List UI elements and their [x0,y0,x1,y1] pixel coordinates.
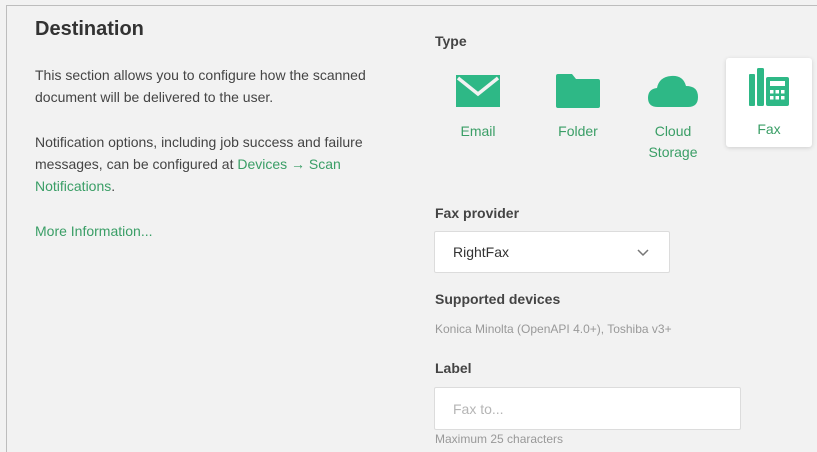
notification-description-suffix: . [111,178,116,194]
cloud-icon [630,72,716,110]
supported-devices-label: Supported devices [435,291,561,307]
type-option-fax[interactable]: Fax [726,58,812,147]
section-description: This section allows you to configure how… [35,67,366,105]
fax-provider-value: RightFax [453,244,510,260]
type-option-label: Cloud Storage [648,123,698,160]
envelope-icon [435,72,521,110]
fax-icon [726,68,812,106]
section-title: Destination [35,18,144,40]
type-option-cloud-storage[interactable]: Cloud Storage [630,58,716,160]
label-field-label: Label [435,360,472,376]
chevron-down-icon [637,245,649,263]
type-option-email[interactable]: Email [435,58,521,148]
more-information-link[interactable]: More Information... [35,223,153,239]
label-input[interactable] [434,387,741,430]
fax-provider-label: Fax provider [435,205,520,221]
type-option-label: Folder [558,123,598,139]
type-option-label: Fax [757,121,781,137]
folder-icon [535,72,621,110]
fax-provider-select[interactable]: RightFax [434,231,670,273]
supported-devices-value: Konica Minolta (OpenAPI 4.0+), Toshiba v… [435,322,672,336]
type-option-label: Email [460,123,496,139]
type-option-folder[interactable]: Folder [535,58,621,148]
notification-description: Notification options, including job succ… [35,131,405,197]
type-label: Type [435,33,467,49]
label-hint: Maximum 25 characters [435,432,564,446]
